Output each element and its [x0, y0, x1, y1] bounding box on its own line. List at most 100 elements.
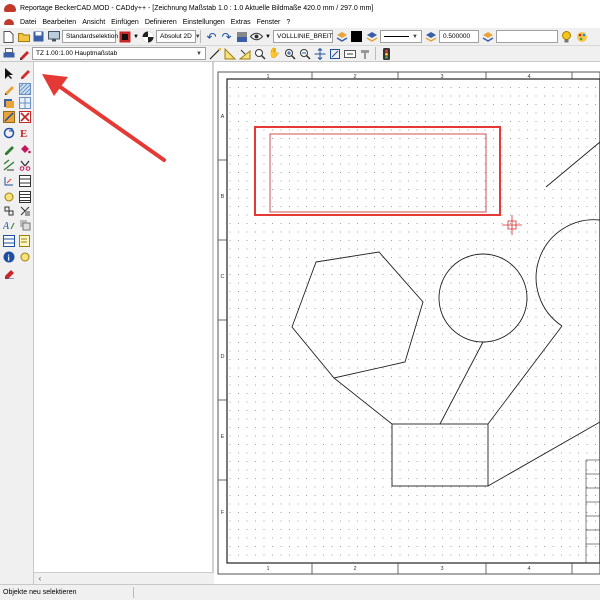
menu-definieren[interactable]: Definieren: [145, 19, 177, 26]
select-arrow-icon[interactable]: [2, 66, 16, 80]
traffic-light-icon[interactable]: [380, 47, 393, 60]
layer-stack-icon[interactable]: [235, 30, 248, 43]
menu-einfuegen[interactable]: Einfügen: [111, 19, 139, 26]
tool-palette: E A i: [0, 62, 34, 584]
grid-icon[interactable]: [2, 234, 16, 248]
line-width-value: 0.500000: [443, 33, 471, 40]
zoom-all-icon[interactable]: [313, 47, 326, 60]
title-bar: Reportage BeckerCAD.MOD - CADdy++ - [Zei…: [0, 0, 600, 16]
menu-datei[interactable]: Datei: [20, 19, 36, 26]
menu-extras[interactable]: Extras: [231, 19, 251, 26]
measure-icon[interactable]: [2, 110, 16, 124]
coordinate-mode-value: Absolut 2D: [160, 33, 192, 40]
trim-icon[interactable]: [18, 158, 32, 172]
lightbulb-icon[interactable]: [560, 30, 573, 43]
line-width-input[interactable]: 0.500000: [439, 30, 479, 43]
column-label-bottom-2: 2: [353, 566, 356, 572]
paint-bucket-icon[interactable]: [18, 142, 32, 156]
parallel-line-icon[interactable]: [2, 158, 16, 172]
selection-mode-value: Standardselektion: [66, 33, 119, 40]
color-circle-icon[interactable]: [18, 250, 32, 264]
column-label-top-4: 4: [527, 74, 530, 80]
block-icon[interactable]: [18, 190, 32, 204]
symbol-library-icon[interactable]: [18, 218, 32, 232]
line-type-preview-icon: [384, 36, 410, 37]
print-icon[interactable]: [2, 47, 15, 60]
fill-pattern-icon[interactable]: [18, 96, 32, 110]
pen-properties-icon[interactable]: [365, 30, 378, 43]
column-label-bottom-3: 3: [440, 566, 443, 572]
layers-icon[interactable]: [2, 96, 16, 110]
menu-bar: Datei Bearbeiten Ansicht Einfügen Defini…: [0, 16, 600, 28]
snap-edge-icon[interactable]: [238, 47, 251, 60]
open-folder-icon[interactable]: [17, 30, 30, 43]
status-field: [132, 587, 213, 598]
panel-splitter[interactable]: [212, 62, 214, 584]
zoom-in-icon[interactable]: [283, 47, 296, 60]
drawing-area[interactable]: 1 2 3 4 1 2 3 4 A B C D E F: [34, 62, 600, 584]
menu-einstellungen[interactable]: Einstellungen: [183, 19, 225, 26]
scale-select[interactable]: TZ 1.00:1.00 Hauptmaßstab ▼: [32, 47, 206, 60]
row-label-d: D: [221, 354, 225, 360]
status-bar: Objekte neu selektieren: [0, 584, 600, 600]
chevron-down-icon: ▼: [196, 50, 202, 57]
properties-pin-icon[interactable]: [358, 47, 371, 60]
light-icon[interactable]: [2, 190, 16, 204]
line-style-select[interactable]: VOLLLINIE_BREIT: [273, 30, 333, 43]
eraser-icon[interactable]: [18, 204, 32, 218]
transform-icon[interactable]: [2, 204, 16, 218]
draw-line-icon[interactable]: [208, 47, 221, 60]
menu-fenster[interactable]: Fenster: [257, 19, 281, 26]
menu-bearbeiten[interactable]: Bearbeiten: [42, 19, 76, 26]
coordinate-origin-icon[interactable]: [141, 30, 154, 43]
visibility-eye-icon[interactable]: [250, 30, 263, 43]
hatch-icon[interactable]: [18, 82, 32, 96]
note-icon[interactable]: [18, 234, 32, 248]
chevron-left-icon[interactable]: ‹: [34, 574, 46, 583]
table-icon[interactable]: [18, 174, 32, 188]
line-type-select[interactable]: ▼: [380, 30, 422, 43]
pencil-select-icon[interactable]: [17, 47, 30, 60]
delete-icon[interactable]: [18, 110, 32, 124]
column-label-top-1: 1: [266, 74, 269, 80]
chevron-down-icon[interactable]: ▼: [265, 30, 271, 43]
palette-icon[interactable]: [575, 30, 588, 43]
chevron-down-icon[interactable]: ▼: [133, 30, 139, 43]
hatch-layer-icon[interactable]: [481, 30, 494, 43]
green-pen-icon[interactable]: [2, 142, 16, 156]
selection-mode-select[interactable]: Standardselektion ▼: [62, 30, 127, 43]
selection-frame-icon[interactable]: [118, 30, 131, 43]
redo-icon[interactable]: ↷: [220, 30, 233, 43]
pan-hand-icon[interactable]: ✋: [268, 47, 281, 60]
zoom-window-icon[interactable]: [253, 47, 266, 60]
snap-point-icon[interactable]: [223, 47, 236, 60]
scale-value: TZ 1.00:1.00 Hauptmaßstab: [36, 50, 118, 57]
dimension-icon[interactable]: [2, 174, 16, 188]
clear-icon[interactable]: [2, 266, 16, 280]
zoom-out-icon[interactable]: [298, 47, 311, 60]
display-icon[interactable]: [47, 30, 60, 43]
menu-help[interactable]: ?: [286, 19, 290, 26]
row-label-a: A: [221, 114, 225, 120]
coordinate-mode-select[interactable]: Absolut 2D ▼: [156, 30, 201, 43]
text-tool-icon[interactable]: A: [2, 218, 16, 232]
text-edit-icon[interactable]: E: [18, 126, 32, 140]
svg-text:E: E: [20, 128, 27, 139]
undo-icon[interactable]: ↶: [205, 30, 218, 43]
save-icon[interactable]: [32, 30, 45, 43]
new-file-icon[interactable]: [2, 30, 15, 43]
document-menu-icon[interactable]: [4, 19, 14, 25]
redraw-icon[interactable]: [328, 47, 341, 60]
text-input-field[interactable]: [496, 30, 558, 43]
info-icon[interactable]: i: [2, 250, 16, 264]
red-pencil-icon[interactable]: [18, 66, 32, 80]
horizontal-scrollbar[interactable]: ‹: [34, 572, 214, 584]
line-weight-icon[interactable]: [424, 30, 437, 43]
zoom-previous-icon[interactable]: [343, 47, 356, 60]
pencil-icon[interactable]: [2, 82, 16, 96]
rotate-icon[interactable]: [2, 126, 16, 140]
layer-properties-icon[interactable]: [335, 30, 348, 43]
row-label-c: C: [221, 274, 225, 280]
menu-ansicht[interactable]: Ansicht: [82, 19, 105, 26]
color-swatch-icon[interactable]: [350, 30, 363, 43]
